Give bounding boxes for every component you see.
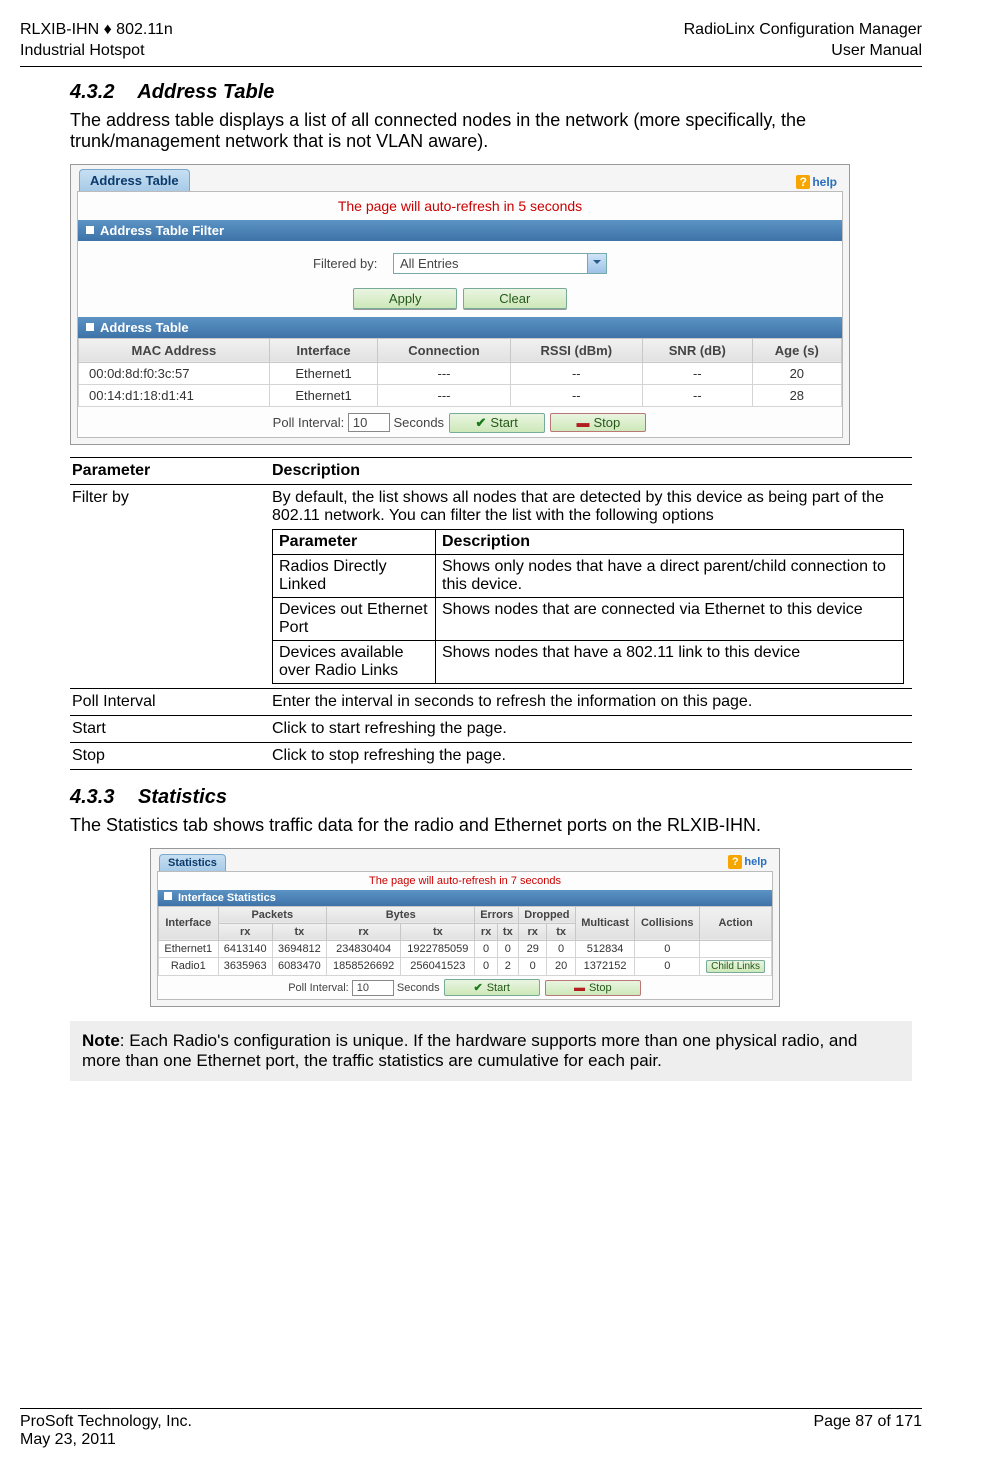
note-box: Note: Each Radio's configuration is uniq… xyxy=(70,1021,912,1081)
section-title: Statistics xyxy=(138,786,227,808)
stop-icon: ▬ xyxy=(576,415,589,430)
help-label: help xyxy=(744,856,767,868)
statistics-panel: Statistics ?help The page will auto-refr… xyxy=(150,848,780,1007)
product-model: RLXIB-IHN ♦ 802.11n xyxy=(20,20,173,41)
help-link[interactable]: ?help xyxy=(792,173,841,191)
address-table-panel: Address Table ?help The page will auto-r… xyxy=(70,164,850,445)
param-filter-by: Filter by xyxy=(70,484,270,688)
stop-button[interactable]: ▬Stop xyxy=(545,980,641,996)
statistics-grid: Interface Packets Bytes Errors Dropped M… xyxy=(158,906,772,976)
doc-subtitle: User Manual xyxy=(684,41,922,62)
filter-dropdown-value: All Entries xyxy=(400,256,459,271)
poll-interval-input[interactable]: 10 xyxy=(352,980,394,996)
seconds-label: Seconds xyxy=(397,982,440,994)
tab-address-table[interactable]: Address Table xyxy=(79,169,190,191)
help-label: help xyxy=(812,175,837,189)
filtered-by-label: Filtered by: xyxy=(313,256,377,271)
footer-left: ProSoft Technology, Inc. May 23, 2011 xyxy=(20,1413,192,1449)
table-row: 00:0d:8d:f0:3c:57 Ethernet1 --- -- -- 20 xyxy=(79,362,842,384)
poll-interval-input[interactable]: 10 xyxy=(348,413,390,432)
stop-button[interactable]: ▬Stop xyxy=(550,413,646,432)
filter-dropdown[interactable]: All Entries xyxy=(393,253,607,274)
doc-title: RadioLinx Configuration Manager xyxy=(684,20,922,41)
check-icon: ✔ xyxy=(476,415,487,430)
section-number: 4.3.3 xyxy=(70,786,114,808)
page-header: RLXIB-IHN ♦ 802.11n Industrial Hotspot R… xyxy=(20,20,922,67)
note-label: Note xyxy=(82,1031,120,1050)
interface-statistics-bar: Interface Statistics xyxy=(158,890,772,906)
tab-statistics[interactable]: Statistics xyxy=(159,854,226,871)
param-header-a: Parameter xyxy=(70,457,270,484)
note-text: : Each Radio's configuration is unique. … xyxy=(82,1031,857,1070)
filter-options-table: Parameter Description Radios Directly Li… xyxy=(272,529,904,684)
param-filter-by-desc: By default, the list shows all nodes tha… xyxy=(270,484,912,688)
poll-interval-label: Poll Interval: xyxy=(273,415,345,430)
section-4-3-3-intro: The Statistics tab shows traffic data fo… xyxy=(70,815,912,836)
chevron-down-icon xyxy=(587,254,606,273)
seconds-label: Seconds xyxy=(393,415,444,430)
col-age: Age (s) xyxy=(752,338,841,362)
col-rssi: RSSI (dBm) xyxy=(510,338,642,362)
start-button[interactable]: ✔Start xyxy=(444,979,540,996)
footer-page-number: Page 87 of 171 xyxy=(813,1413,922,1449)
section-4-3-2-heading: 4.3.2 Address Table xyxy=(70,81,912,104)
parameter-table: Parameter Description Filter by By defau… xyxy=(70,457,912,770)
section-4-3-2-intro: The address table displays a list of all… xyxy=(70,110,912,152)
table-row: Radio1 3635963 6083470 1858526692 256041… xyxy=(159,957,772,975)
section-title: Address Table xyxy=(137,81,274,103)
help-link[interactable]: ?help xyxy=(724,853,771,871)
col-interface: Interface xyxy=(269,338,378,362)
section-number: 4.3.2 xyxy=(70,81,114,103)
help-icon: ? xyxy=(796,175,810,189)
table-row: Ethernet1 6413140 3694812 234830404 1922… xyxy=(159,940,772,957)
address-table-filter-bar: Address Table Filter xyxy=(78,220,842,241)
param-header-b: Description xyxy=(270,457,912,484)
help-icon: ? xyxy=(728,855,742,869)
page-footer: ProSoft Technology, Inc. May 23, 2011 Pa… xyxy=(20,1408,922,1449)
address-table-grid: MAC Address Interface Connection RSSI (d… xyxy=(78,338,842,407)
col-mac: MAC Address xyxy=(79,338,270,362)
header-left: RLXIB-IHN ♦ 802.11n Industrial Hotspot xyxy=(20,20,173,62)
col-snr: SNR (dB) xyxy=(642,338,752,362)
apply-button[interactable]: Apply xyxy=(353,288,457,309)
header-right: RadioLinx Configuration Manager User Man… xyxy=(684,20,922,62)
poll-interval-label: Poll Interval: xyxy=(288,982,349,994)
auto-refresh-message: The page will auto-refresh in 5 seconds xyxy=(78,192,842,220)
section-4-3-3-heading: 4.3.3 Statistics xyxy=(70,786,912,809)
child-links-button[interactable]: Child Links xyxy=(706,960,765,973)
check-icon: ✔ xyxy=(474,982,483,994)
clear-button[interactable]: Clear xyxy=(463,288,567,309)
table-row: 00:14:d1:18:d1:41 Ethernet1 --- -- -- 28 xyxy=(79,384,842,406)
col-connection: Connection xyxy=(378,338,510,362)
content: 4.3.2 Address Table The address table di… xyxy=(70,81,912,1081)
product-line: Industrial Hotspot xyxy=(20,41,173,62)
stop-icon: ▬ xyxy=(574,982,585,994)
start-button[interactable]: ✔Start xyxy=(449,413,545,433)
address-table-bar: Address Table xyxy=(78,317,842,338)
auto-refresh-message: The page will auto-refresh in 7 seconds xyxy=(158,872,772,890)
